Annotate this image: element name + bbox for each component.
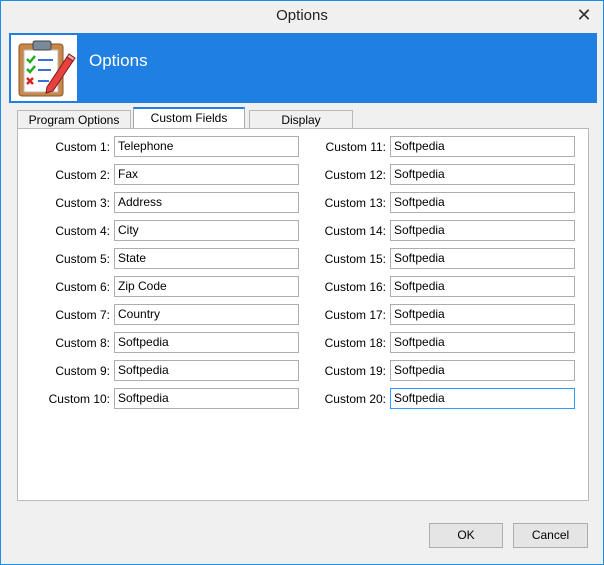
custom-field-row: Custom 3: Address — [18, 192, 318, 213]
field-label: Custom 4: — [55, 224, 110, 238]
custom-3-input[interactable]: Address — [114, 192, 299, 213]
custom-19-input[interactable]: Softpedia — [390, 360, 575, 381]
custom-field-row: Custom 8: Softpedia — [18, 332, 318, 353]
cancel-button[interactable]: Cancel — [513, 523, 588, 548]
field-label: Custom 11: — [325, 140, 386, 154]
field-label: Custom 9: — [55, 364, 110, 378]
tab-display[interactable]: Display — [249, 110, 353, 129]
field-label: Custom 20: — [324, 392, 386, 406]
custom-2-input[interactable]: Fax — [114, 164, 299, 185]
field-label: Custom 12: — [324, 168, 386, 182]
ok-button[interactable]: OK — [429, 523, 503, 548]
custom-field-row: Custom 9: Softpedia — [18, 360, 318, 381]
custom-fields-panel: Custom 1: Telephone Custom 2: Fax Custom… — [17, 128, 589, 501]
tab-custom-fields[interactable]: Custom Fields — [133, 107, 245, 129]
tab-program-options[interactable]: Program Options — [17, 110, 131, 129]
window-title: Options — [276, 7, 328, 24]
custom-field-row: Custom 18: Softpedia — [294, 332, 584, 353]
custom-field-row: Custom 4: City — [18, 220, 318, 241]
custom-field-row: Custom 20: Softpedia — [294, 388, 584, 409]
custom-8-input[interactable]: Softpedia — [114, 332, 299, 353]
field-label: Custom 8: — [55, 336, 110, 350]
field-label: Custom 10: — [48, 392, 110, 406]
custom-field-row: Custom 16: Softpedia — [294, 276, 584, 297]
custom-6-input[interactable]: Zip Code — [114, 276, 299, 297]
custom-10-input[interactable]: Softpedia — [114, 388, 299, 409]
custom-7-input[interactable]: Country — [114, 304, 299, 325]
field-label: Custom 13: — [324, 196, 386, 210]
tab-strip: Program Options Display Custom Fields — [17, 107, 589, 129]
custom-field-row: Custom 5: State — [18, 248, 318, 269]
custom-field-row: Custom 15: Softpedia — [294, 248, 584, 269]
custom-1-input[interactable]: Telephone — [114, 136, 299, 157]
field-label: Custom 17: — [324, 308, 386, 322]
custom-field-row: Custom 6: Zip Code — [18, 276, 318, 297]
close-button[interactable]: ✕ — [571, 5, 597, 25]
custom-18-input[interactable]: Softpedia — [390, 332, 575, 353]
custom-field-row: Custom 11: Softpedia — [294, 136, 584, 157]
custom-field-row: Custom 14: Softpedia — [294, 220, 584, 241]
custom-field-row: Custom 19: Softpedia — [294, 360, 584, 381]
field-label: Custom 3: — [55, 196, 110, 210]
field-label: Custom 14: — [324, 224, 386, 238]
field-label: Custom 15: — [324, 252, 386, 266]
custom-20-input[interactable]: Softpedia — [390, 388, 575, 409]
field-label: Custom 2: — [55, 168, 110, 182]
banner-heading: Options — [89, 51, 148, 70]
custom-5-input[interactable]: State — [114, 248, 299, 269]
custom-11-input[interactable]: Softpedia — [390, 136, 575, 157]
custom-12-input[interactable]: Softpedia — [390, 164, 575, 185]
field-label: Custom 5: — [55, 252, 110, 266]
custom-4-input[interactable]: City — [114, 220, 299, 241]
custom-field-row: Custom 2: Fax — [18, 164, 318, 185]
custom-field-row: Custom 1: Telephone — [18, 136, 318, 157]
field-label: Custom 16: — [324, 280, 386, 294]
custom-13-input[interactable]: Softpedia — [390, 192, 575, 213]
custom-field-row: Custom 13: Softpedia — [294, 192, 584, 213]
custom-9-input[interactable]: Softpedia — [114, 360, 299, 381]
custom-17-input[interactable]: Softpedia — [390, 304, 575, 325]
field-label: Custom 19: — [324, 364, 386, 378]
custom-field-row: Custom 7: Country — [18, 304, 318, 325]
custom-field-row: Custom 12: Softpedia — [294, 164, 584, 185]
header-banner: Options — [9, 33, 597, 103]
field-label: Custom 6: — [55, 280, 110, 294]
field-label: Custom 18: — [324, 336, 386, 350]
options-dialog: Options ✕ Options Program Options Displa… — [0, 0, 604, 565]
field-label: Custom 7: — [55, 308, 110, 322]
custom-14-input[interactable]: Softpedia — [390, 220, 575, 241]
title-bar: Options ✕ — [1, 1, 603, 33]
custom-field-row: Custom 17: Softpedia — [294, 304, 584, 325]
custom-15-input[interactable]: Softpedia — [390, 248, 575, 269]
field-label: Custom 1: — [55, 140, 110, 154]
custom-16-input[interactable]: Softpedia — [390, 276, 575, 297]
custom-field-row: Custom 10: Softpedia — [18, 388, 318, 409]
clipboard-checklist-icon — [11, 35, 77, 101]
